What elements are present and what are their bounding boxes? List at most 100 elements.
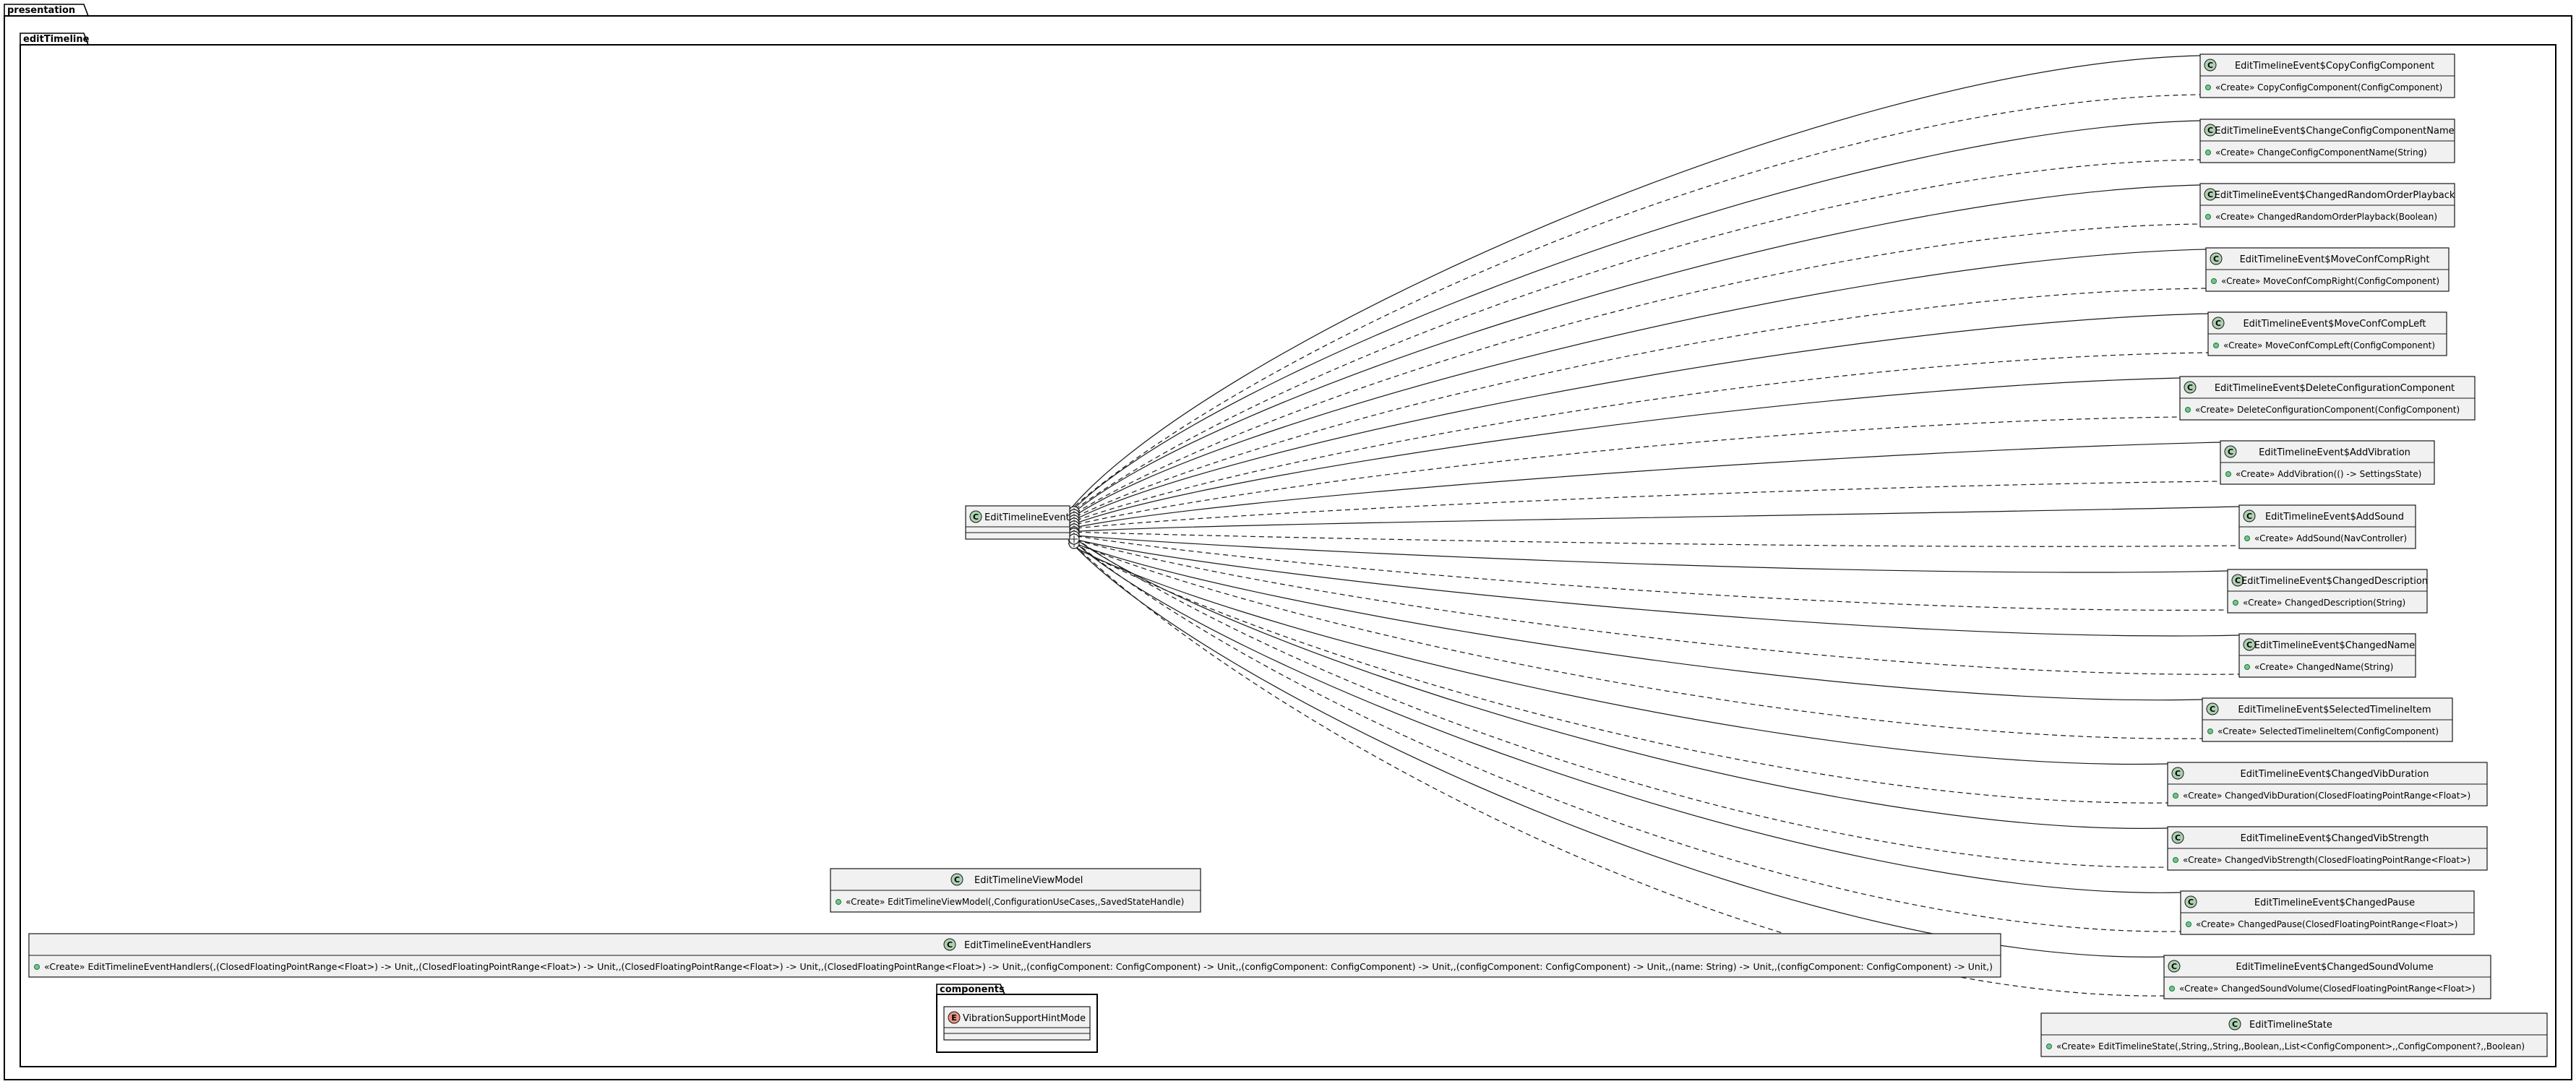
class-name: EditTimelineEvent$ChangedSoundVolume — [2236, 962, 2433, 973]
class-member: «Create» CopyConfigComponent(ConfigCompo… — [2215, 82, 2442, 93]
class-name: EditTimelineEvent$ChangedName — [2254, 640, 2415, 651]
public-visibility-icon — [34, 964, 40, 970]
class-letter: C — [2175, 769, 2181, 778]
class-event-11[interactable]: C EditTimelineEvent$ChangedVibDuration «Cr… — [2167, 762, 2488, 806]
class-name: EditTimelineEvent$AddVibration — [2259, 447, 2410, 458]
class-letter: C — [947, 940, 953, 950]
class-event-13[interactable]: C EditTimelineEvent$ChangedPause «Create» … — [2180, 890, 2475, 935]
nesting-marker-14 — [1068, 533, 1080, 545]
public-visibility-icon — [2186, 921, 2191, 927]
public-visibility-icon — [2205, 85, 2211, 90]
class-member: «Create» ChangedVibDuration(ClosedFloati… — [2183, 791, 2470, 801]
public-visibility-icon — [2233, 600, 2238, 606]
class-event-3[interactable]: C EditTimelineEvent$MoveConfCompRight «Cre… — [2205, 247, 2450, 292]
class-letter: C — [2246, 512, 2252, 521]
class-letter: C — [2246, 640, 2252, 650]
class-event-10[interactable]: C EditTimelineEvent$SelectedTimelineItem «… — [2202, 697, 2453, 742]
package-edit-timeline: editTimeline — [20, 33, 2556, 1067]
class-member: «Create» AddVibration(() -> SettingsStat… — [2236, 469, 2421, 479]
class-name: EditTimelineEvent$SelectedTimelineItem — [2238, 705, 2431, 715]
class-edit-timeline-event[interactable]: C EditTimelineEvent — [965, 505, 1070, 540]
class-name: EditTimelineEvent$DeleteConfigurationCom… — [2215, 383, 2455, 394]
public-visibility-icon — [2207, 728, 2213, 734]
public-visibility-icon — [2173, 793, 2178, 799]
nesting-markers — [1068, 506, 1080, 549]
public-visibility-icon — [2169, 986, 2175, 991]
class-member: «Create» SelectedTimelineItem(ConfigComp… — [2217, 726, 2439, 736]
class-letter: C — [2207, 190, 2213, 199]
class-member: «Create» EditTimelineViewModel(,Configur… — [846, 897, 1184, 907]
class-letter: C — [2207, 126, 2213, 135]
class-member: «Create» MoveConfCompRight(ConfigCompone… — [2221, 276, 2439, 286]
class-edit-timeline-view-model[interactable]: C EditTimelineViewModel «Create» EditTim… — [830, 868, 1201, 913]
class-letter: C — [2188, 898, 2194, 907]
public-visibility-icon — [2244, 664, 2250, 670]
class-member: «Create» ChangedSoundVolume(ClosedFloati… — [2179, 984, 2476, 994]
class-event-6[interactable]: C EditTimelineEvent$AddVibration «Create» … — [2220, 440, 2435, 485]
class-event-14[interactable]: C EditTimelineEvent$ChangedSoundVolume «Cr… — [2163, 955, 2491, 999]
enum-letter: E — [951, 1013, 957, 1023]
class-member: «Create» ChangeConfigComponentName(Strin… — [2215, 147, 2427, 158]
public-visibility-icon — [2185, 407, 2191, 413]
public-visibility-icon — [2046, 1044, 2052, 1049]
class-event-7[interactable]: C EditTimelineEvent$AddSound «Create» AddS… — [2238, 504, 2416, 549]
class-name: EditTimelineEvent$ChangeConfigComponentN… — [2215, 126, 2454, 137]
public-visibility-icon — [836, 899, 841, 905]
public-visibility-icon — [2244, 535, 2250, 541]
class-event-5[interactable]: C EditTimelineEvent$DeleteConfigurationCo… — [2179, 376, 2476, 421]
package-label-presentation: presentation — [7, 5, 75, 16]
class-event-2[interactable]: C EditTimelineEvent$ChangedRandomOrderPla… — [2199, 183, 2455, 228]
class-letter: C — [2232, 1020, 2238, 1029]
class-name: VibrationSupportHintMode — [963, 1013, 1086, 1024]
public-visibility-icon — [2173, 857, 2178, 863]
class-event-4[interactable]: C EditTimelineEvent$MoveConfCompLeft «Crea… — [2207, 311, 2447, 356]
class-name: EditTimelineEvent$AddSound — [2265, 512, 2404, 522]
class-edit-timeline-event-handlers[interactable]: C EditTimelineEventHandlers «Create» Edi… — [28, 933, 2001, 978]
class-letter: C — [2210, 705, 2215, 714]
public-visibility-icon — [2213, 343, 2219, 348]
class-letter: C — [954, 875, 960, 885]
class-member: «Create» ChangedName(String) — [2254, 662, 2393, 672]
class-letter: C — [2207, 61, 2213, 70]
class-edit-timeline-state[interactable]: C EditTimelineState «Create» EditTimelin… — [2040, 1012, 2548, 1057]
public-visibility-icon — [2205, 150, 2211, 155]
class-event-1[interactable]: C EditTimelineEvent$ChangeConfigComponent… — [2199, 119, 2455, 163]
class-name: EditTimelineEvent$ChangedVibDuration — [2241, 769, 2429, 780]
class-name: EditTimelineEvent$ChangedVibStrength — [2241, 833, 2429, 844]
public-visibility-icon — [2225, 471, 2231, 477]
class-letter: C — [2175, 833, 2181, 843]
class-letter: C — [2228, 447, 2233, 457]
class-event-0[interactable]: C EditTimelineEvent$CopyConfigComponent «C… — [2199, 53, 2455, 98]
class-member: «Create» ChangedVibStrength(ClosedFloati… — [2183, 855, 2470, 865]
package-label-edit-timeline: editTimeline — [23, 34, 90, 45]
class-name: EditTimelineEvent$CopyConfigComponent — [2235, 61, 2434, 72]
class-name: EditTimelineEventHandlers — [964, 940, 1091, 951]
class-event-9[interactable]: C EditTimelineEvent$ChangedName «Create» C… — [2238, 633, 2416, 678]
class-member: «Create» ChangedPause(ClosedFloatingPoin… — [2196, 919, 2457, 929]
class-event-8[interactable]: C EditTimelineEvent$ChangedDescription «Cr… — [2227, 569, 2428, 614]
class-name: EditTimelineEvent — [984, 512, 1070, 523]
public-visibility-icon — [2205, 214, 2211, 220]
enum-vibration-support-hint-mode[interactable]: E VibrationSupportHintMode — [943, 1006, 1091, 1041]
class-letter: C — [2213, 254, 2219, 264]
class-member: «Create» ChangedDescription(String) — [2243, 598, 2405, 608]
class-name: EditTimelineEvent$ChangedPause — [2254, 898, 2415, 908]
class-letter: C — [2235, 576, 2241, 585]
uml-class-diagram: presentation editTimeline components C E… — [4, 4, 2572, 1080]
class-event-12[interactable]: C EditTimelineEvent$ChangedVibStrength «Cr… — [2167, 826, 2488, 871]
class-letter: C — [973, 512, 979, 522]
class-name: EditTimelineEvent$MoveConfCompLeft — [2243, 319, 2426, 330]
class-letter: C — [2215, 319, 2221, 328]
class-member: «Create» EditTimelineEventHandlers(,(Clo… — [44, 962, 1993, 972]
class-member: «Create» ChangedRandomOrderPlayback(Bool… — [2215, 212, 2437, 222]
class-name: EditTimelineEvent$MoveConfCompRight — [2240, 254, 2430, 265]
class-name: EditTimelineEvent$ChangedRandomOrderPlay… — [2215, 190, 2455, 201]
package-label-components: components — [940, 984, 1005, 995]
class-letter: C — [2187, 383, 2193, 392]
class-member: «Create» EditTimelineState(,String,,Stri… — [2056, 1041, 2525, 1051]
class-member: «Create» MoveConfCompLeft(ConfigComponen… — [2223, 340, 2435, 350]
class-name: EditTimelineViewModel — [974, 875, 1083, 886]
class-member: «Create» AddSound(NavController) — [2254, 533, 2407, 543]
class-name: EditTimelineState — [2249, 1020, 2332, 1031]
public-visibility-icon — [2211, 278, 2217, 284]
